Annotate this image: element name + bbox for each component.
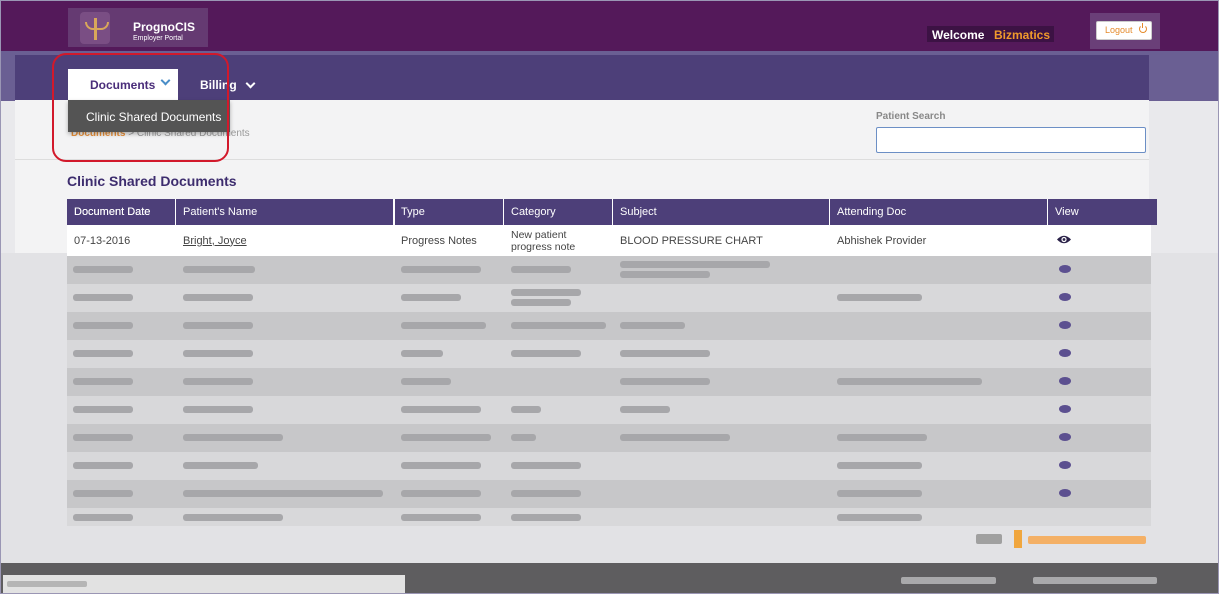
highlight-annotation xyxy=(52,53,229,162)
logout-button[interactable]: Logout xyxy=(1096,21,1152,40)
table-row[interactable] xyxy=(67,284,1151,312)
table-row[interactable] xyxy=(67,312,1151,340)
logout-container: Logout xyxy=(1090,13,1160,49)
column-header-type[interactable]: Type xyxy=(394,199,504,225)
table-row[interactable] xyxy=(67,396,1151,424)
page-title: Clinic Shared Documents xyxy=(67,173,237,189)
table-header-cells: Document Date Patient's Name Type Catego… xyxy=(67,199,1151,225)
footer-copyright xyxy=(901,577,996,584)
table-row[interactable] xyxy=(67,256,1151,284)
column-header-document-date[interactable]: Document Date xyxy=(67,199,176,225)
table-row[interactable] xyxy=(67,424,1151,452)
footer-links[interactable] xyxy=(1033,577,1157,584)
footer xyxy=(1,563,1218,593)
patient-search-input[interactable] xyxy=(876,127,1146,153)
pagination xyxy=(976,530,1156,548)
column-header-category[interactable]: Category xyxy=(504,199,613,225)
cell-patient-name-link[interactable]: Bright, Joyce xyxy=(176,225,394,256)
app-name: PrognoCIS xyxy=(133,20,195,34)
column-header-view: View xyxy=(1055,206,1079,218)
app-logo[interactable]: PrognoCIS Employer Portal xyxy=(68,8,208,47)
status-bar xyxy=(3,575,405,593)
table-row[interactable]: 07-13-2016 Bright, Joyce Progress Notes … xyxy=(67,225,1151,257)
pagination-links[interactable] xyxy=(1028,536,1146,544)
pagination-label xyxy=(976,534,1002,544)
cell-document-date: 07-13-2016 xyxy=(74,234,131,247)
table-row[interactable] xyxy=(67,340,1151,368)
welcome-label: Welcome xyxy=(932,28,985,42)
table-row[interactable] xyxy=(67,480,1151,508)
cell-subject: BLOOD PRESSURE CHART xyxy=(620,234,763,247)
cell-attending-doc: Abhishek Provider xyxy=(837,234,927,247)
patient-name-link[interactable]: Bright, Joyce xyxy=(183,235,247,247)
table-header-edge xyxy=(1149,199,1157,225)
eye-icon[interactable] xyxy=(1056,234,1072,245)
welcome-banner: Welcome Bizmatics xyxy=(927,26,1054,42)
cell-category: New patient progress note xyxy=(511,228,576,253)
app-subtitle: Employer Portal xyxy=(133,35,183,42)
column-header-patient-name[interactable]: Patient's Name xyxy=(176,199,394,225)
caduceus-icon xyxy=(80,12,110,44)
table-row[interactable] xyxy=(67,508,1151,526)
user-name: Bizmatics xyxy=(994,28,1051,42)
table-row[interactable] xyxy=(67,368,1151,396)
pagination-current[interactable] xyxy=(1014,530,1022,548)
power-icon xyxy=(1139,23,1147,33)
column-header-attending-doc[interactable]: Attending Doc xyxy=(830,199,1048,225)
browser-page: PrognoCIS Employer Portal Welcome Bizmat… xyxy=(0,0,1219,594)
logout-label: Logout xyxy=(1105,25,1133,35)
cell-type: Progress Notes xyxy=(401,234,477,247)
top-header: PrognoCIS Employer Portal Welcome Bizmat… xyxy=(1,1,1218,51)
column-header-subject[interactable]: Subject xyxy=(613,199,830,225)
patient-search-label: Patient Search xyxy=(876,111,946,122)
table-row[interactable] xyxy=(67,452,1151,480)
